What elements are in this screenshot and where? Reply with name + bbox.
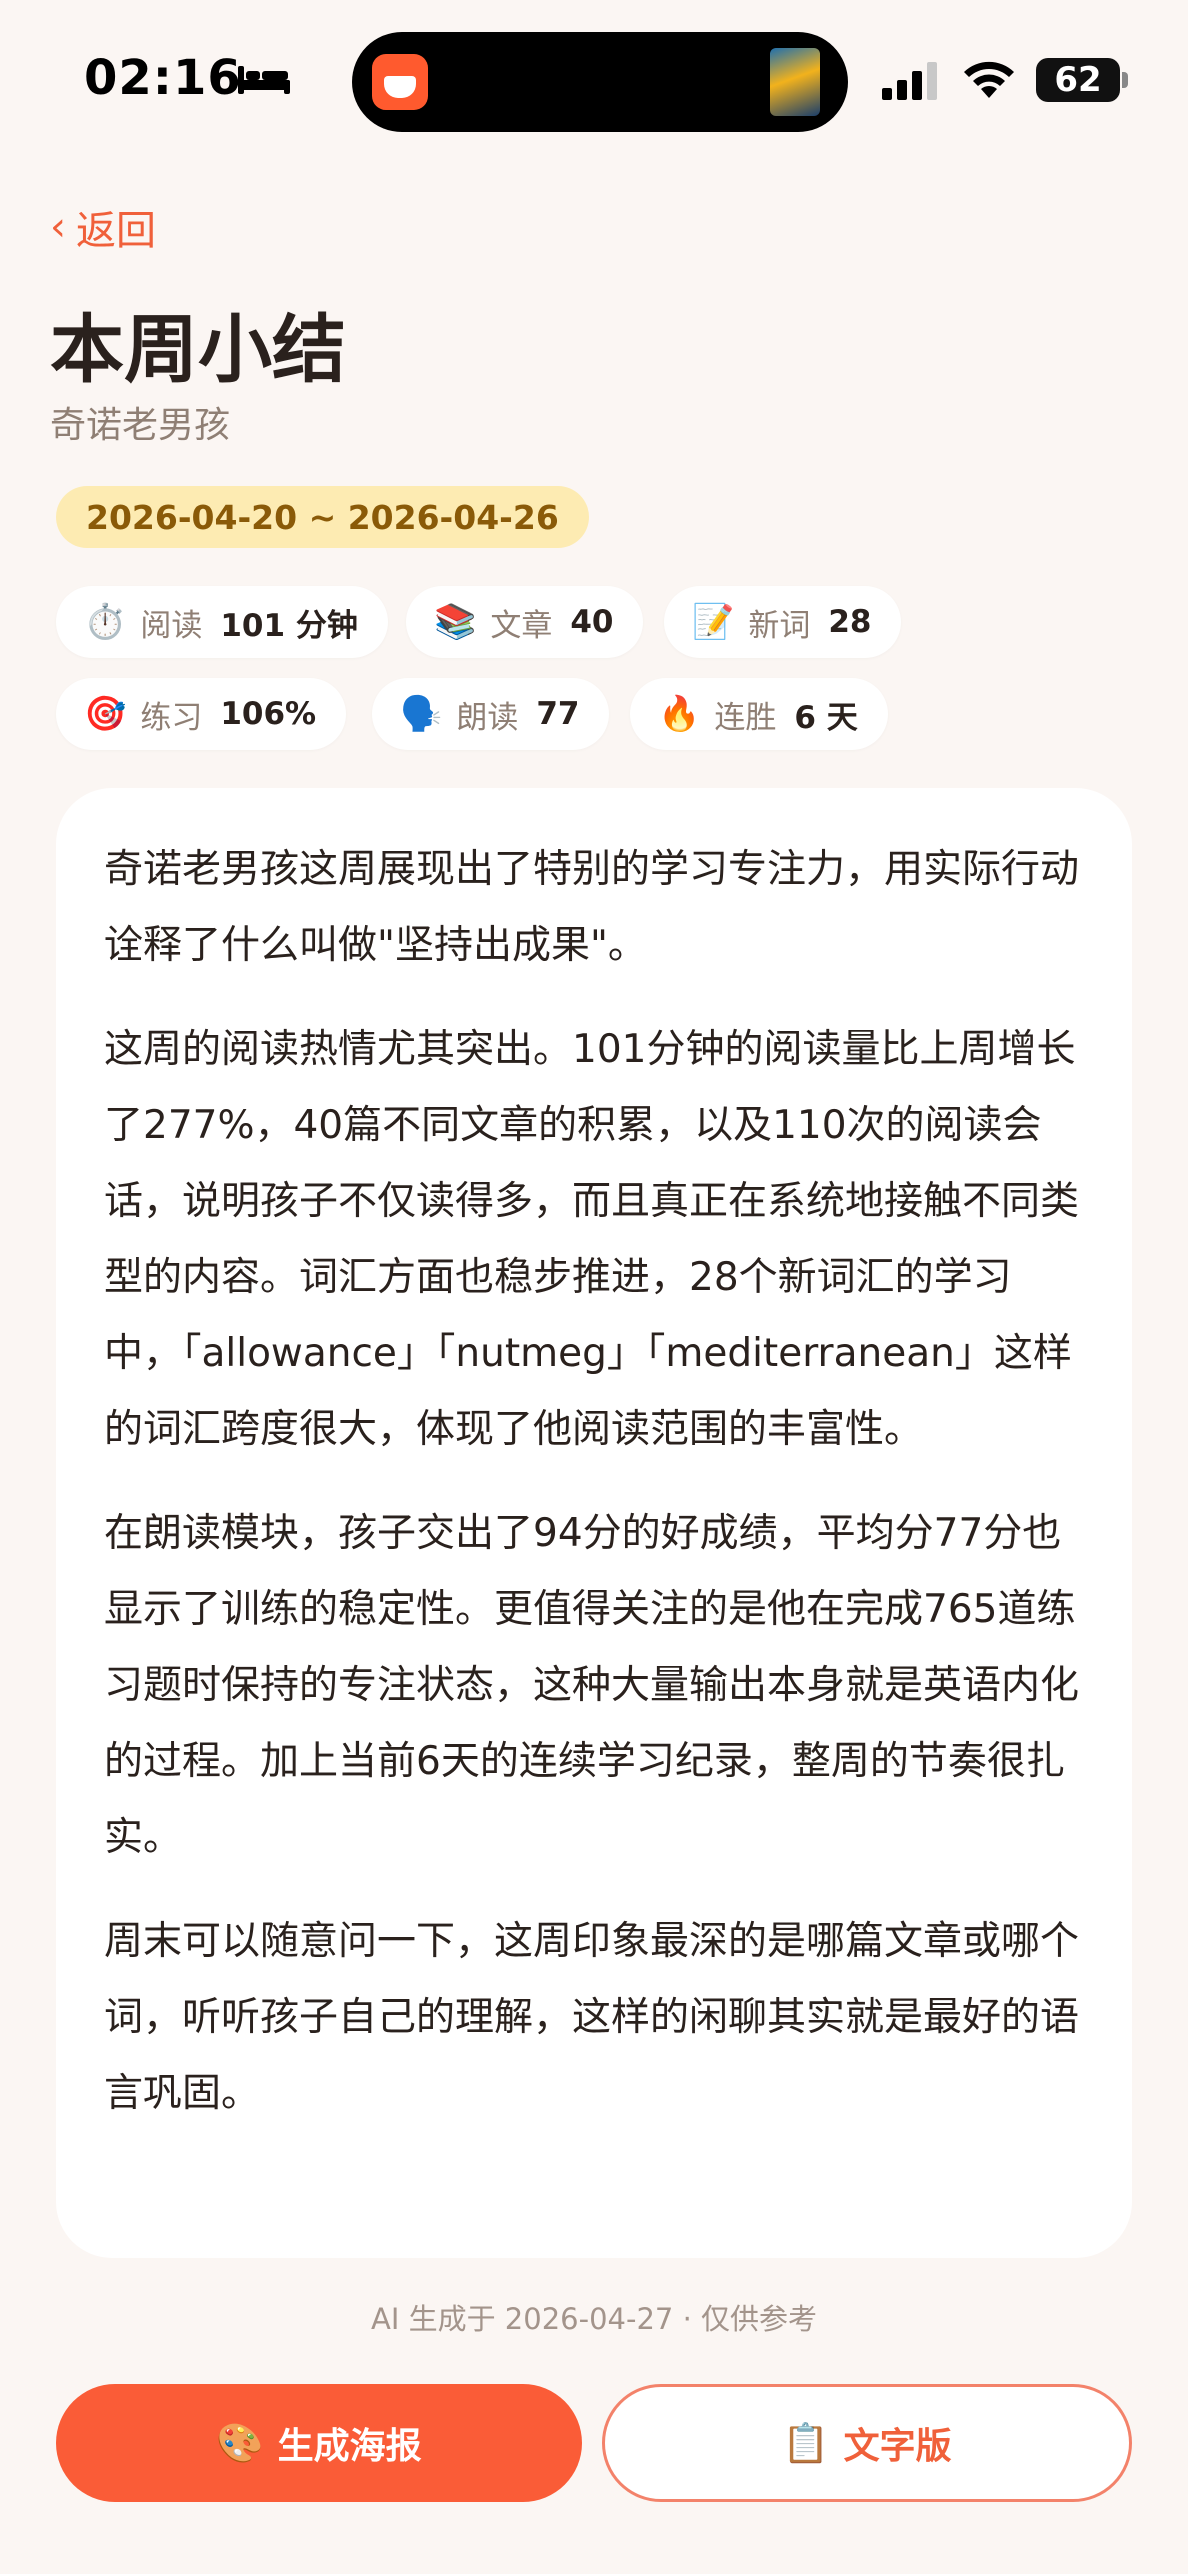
generate-poster-label: 生成海报 xyxy=(277,2426,422,2467)
summary-card: 奇诺老男孩这周展现出了特别的学习专注力，用实际行动诠释了什么叫做"坚持出成果"。… xyxy=(56,788,1132,2258)
ai-generated-note: AI 生成于 2026-04-27 · 仅供参考 xyxy=(370,2302,818,2336)
stat-label: 阅读 xyxy=(140,607,203,644)
stat-label: 连胜 xyxy=(714,699,777,736)
target-icon: 🎯 xyxy=(84,694,127,734)
stat-chip-practice: 🎯 练习 106% xyxy=(56,678,347,750)
summary-paragraph: 奇诺老男孩这周展现出了特别的学习专注力，用实际行动诠释了什么叫做"坚持出成果"。 xyxy=(104,847,1080,968)
stat-chip-streak: 🔥 连胜 6 天 xyxy=(630,678,888,750)
stat-value: 28 xyxy=(828,604,872,640)
now-playing-artwork-icon xyxy=(770,48,820,116)
stat-label: 文章 xyxy=(490,607,553,644)
stopwatch-icon: ⏱️ xyxy=(84,602,127,642)
text-version-label: 文字版 xyxy=(843,2426,952,2467)
palette-icon: 🎨 xyxy=(216,2420,264,2465)
date-range-badge: 2026-04-20 ~ 2026-04-26 xyxy=(56,486,589,548)
child-name: 奇诺老男孩 xyxy=(50,405,231,446)
summary-paragraph: 在朗读模块，孩子交出了94分的好成绩，平均分77分也显示了训练的稳定性。更值得关… xyxy=(104,1511,1080,1860)
stat-value: 101 分钟 xyxy=(220,607,358,644)
chevron-left-icon: ‹ xyxy=(50,204,66,250)
summary-paragraph: 周末可以随意问一下，这周印象最深的是哪篇文章或哪个词，听听孩子自己的理解，这样的… xyxy=(104,1919,1080,2116)
dynamic-island[interactable] xyxy=(352,32,848,132)
fire-icon: 🔥 xyxy=(658,694,701,734)
stat-label: 练习 xyxy=(140,699,203,736)
stat-chip-new-words: 📝 新词 28 xyxy=(664,586,902,658)
stat-value: 77 xyxy=(536,696,580,732)
speaking-head-icon: 🗣️ xyxy=(400,694,443,734)
stat-value: 40 xyxy=(570,604,614,640)
weekly-summary-screen: 02:16 62 ‹ 返回 本周小结 奇诺老男孩 2026-04-20 ~ 20… xyxy=(0,0,1188,2574)
back-label: 返回 xyxy=(76,208,156,254)
status-bar: 02:16 62 xyxy=(0,0,1188,140)
generate-poster-button[interactable]: 🎨 生成海报 xyxy=(56,2384,582,2502)
battery-indicator: 62 xyxy=(1036,58,1128,102)
status-time: 02:16 xyxy=(84,50,242,106)
stat-label: 新词 xyxy=(748,607,811,644)
clipboard-icon: 📋 xyxy=(782,2420,830,2465)
stat-chip-reading-time: ⏱️ 阅读 101 分钟 xyxy=(56,586,388,658)
page-title: 本周小结 xyxy=(50,307,346,393)
memo-icon: 📝 xyxy=(692,602,735,642)
stat-chip-read-aloud: 🗣️ 朗读 77 xyxy=(372,678,610,750)
back-button[interactable]: ‹ 返回 xyxy=(50,198,156,256)
stat-value: 106% xyxy=(220,696,317,732)
books-icon: 📚 xyxy=(434,602,477,642)
stat-value: 6 天 xyxy=(794,699,858,736)
stat-label: 朗读 xyxy=(456,699,519,736)
summary-paragraph: 这周的阅读热情尤其突出。101分钟的阅读量比上周增长了277%，40篇不同文章的… xyxy=(104,1027,1080,1452)
wifi-icon xyxy=(964,61,1014,98)
sleep-bed-icon xyxy=(238,66,290,94)
app-activity-icon xyxy=(372,54,428,110)
text-version-button[interactable]: 📋 文字版 xyxy=(602,2384,1132,2502)
stat-chip-articles: 📚 文章 40 xyxy=(406,586,644,658)
cellular-signal-icon xyxy=(882,62,937,100)
